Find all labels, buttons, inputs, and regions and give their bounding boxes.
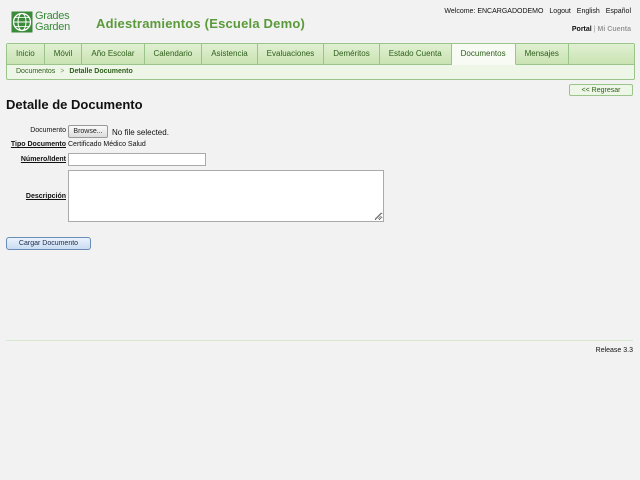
nav-tabs: Inicio Móvil Año Escolar Calendario Asis… xyxy=(7,44,634,65)
app-title: Adiestramientos (Escuela Demo) xyxy=(96,16,306,31)
tab-inicio[interactable]: Inicio xyxy=(7,44,45,64)
logout-link[interactable]: Logout xyxy=(549,8,570,15)
logo[interactable]: Grades Garden xyxy=(11,11,81,35)
tab-estado-cuenta[interactable]: Estado Cuenta xyxy=(380,44,452,64)
welcome-text: Welcome: ENCARGADODEMO xyxy=(444,8,544,15)
tab-ano-escolar[interactable]: Año Escolar xyxy=(82,44,145,64)
resize-handle-icon[interactable] xyxy=(373,211,382,220)
numero-ident-input[interactable] xyxy=(68,153,206,166)
tab-mensajes[interactable]: Mensajes xyxy=(516,44,569,64)
tab-asistencia[interactable]: Asistencia xyxy=(202,44,258,64)
espanol-link[interactable]: Español xyxy=(606,8,631,15)
breadcrumb: Documentos > Detalle Documento xyxy=(7,65,634,79)
back-button[interactable]: << Regresar xyxy=(569,84,633,96)
tab-demeritos[interactable]: Deméritos xyxy=(324,44,380,64)
descripcion-label: Descripción xyxy=(25,193,66,200)
english-link[interactable]: English xyxy=(577,8,600,15)
numero-ident-label: Número/Ident xyxy=(20,156,66,163)
mi-cuenta-link[interactable]: Mi Cuenta xyxy=(598,26,631,33)
breadcrumb-current: Detalle Documento xyxy=(69,68,133,75)
page-title: Detalle de Documento xyxy=(6,97,143,112)
tab-documentos[interactable]: Documentos xyxy=(451,44,516,65)
main-nav: Inicio Móvil Año Escolar Calendario Asis… xyxy=(6,43,635,80)
portal-switch: Portal | Mi Cuenta xyxy=(572,26,631,33)
tipo-documento-label: Tipo Documento xyxy=(10,141,66,148)
breadcrumb-documentos[interactable]: Documentos xyxy=(16,68,55,75)
breadcrumb-arrow: > xyxy=(60,68,65,75)
top-bar: Welcome: ENCARGADODEMO Logout English Es… xyxy=(440,8,631,15)
portal-separator: | xyxy=(593,26,596,33)
no-file-text: No file selected. xyxy=(112,128,169,137)
descripcion-textarea[interactable] xyxy=(68,170,384,222)
tab-evaluaciones[interactable]: Evaluaciones xyxy=(258,44,325,64)
portal-link[interactable]: Portal xyxy=(572,26,592,33)
logo-text-line2: Garden xyxy=(35,21,70,33)
release-text: Release 3.3 xyxy=(595,347,633,354)
tab-calendario[interactable]: Calendario xyxy=(145,44,203,64)
tipo-documento-value: Certificado Médico Salud xyxy=(68,141,146,148)
globe-icon xyxy=(11,11,33,33)
documento-label: Documento xyxy=(30,127,66,134)
footer-divider xyxy=(6,340,633,341)
tab-movil[interactable]: Móvil xyxy=(45,44,83,64)
cargar-documento-button[interactable]: Cargar Documento xyxy=(6,237,91,250)
browse-button[interactable]: Browse... xyxy=(68,125,108,138)
